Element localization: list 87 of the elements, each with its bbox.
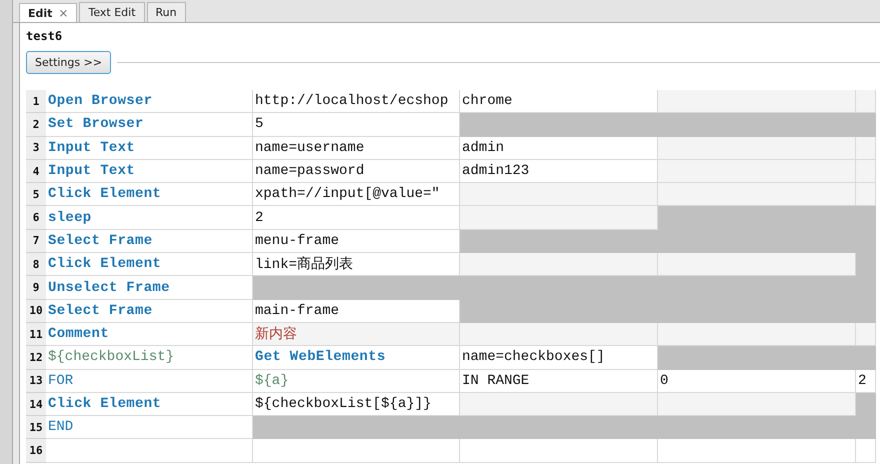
- argument-cell[interactable]: [658, 253, 856, 276]
- argument-cell[interactable]: [460, 183, 658, 206]
- argument-cell[interactable]: admin: [460, 136, 658, 160]
- keyword-cell[interactable]: sleep: [46, 206, 253, 230]
- argument-cell[interactable]: 2: [253, 206, 460, 230]
- argument-cell[interactable]: [658, 322, 856, 346]
- argument-cell[interactable]: [253, 439, 460, 463]
- keyword-cell[interactable]: Click Element: [46, 253, 253, 276]
- argument-cell[interactable]: xpath=//input[@value=": [253, 183, 460, 206]
- test-name: test6: [26, 29, 64, 45]
- row-number: 4: [26, 160, 46, 184]
- keyword-cell[interactable]: Click Element: [46, 183, 253, 206]
- argument-cell[interactable]: 5: [253, 113, 460, 137]
- argument-cell[interactable]: 0: [658, 370, 856, 393]
- row-number: 16: [26, 439, 46, 463]
- argument-cell[interactable]: [856, 90, 876, 114]
- keyword-cell[interactable]: FOR: [46, 370, 253, 393]
- argument-cell[interactable]: [460, 230, 658, 254]
- argument-cell[interactable]: [460, 253, 658, 276]
- row-number: 14: [26, 392, 46, 416]
- row-number: 5: [26, 183, 46, 206]
- keyword-cell[interactable]: Unselect Frame: [46, 276, 253, 300]
- row-number: 2: [26, 113, 46, 137]
- argument-cell[interactable]: [460, 206, 658, 230]
- editor-tab[interactable]: Run: [146, 2, 186, 22]
- argument-cell[interactable]: [856, 113, 876, 137]
- argument-cell[interactable]: [253, 416, 460, 440]
- argument-cell[interactable]: [658, 392, 856, 416]
- argument-cell[interactable]: [658, 160, 856, 184]
- argument-cell[interactable]: 新内容: [253, 322, 460, 346]
- argument-cell[interactable]: [856, 346, 876, 370]
- row-number: 13: [26, 370, 46, 393]
- close-icon[interactable]: ×: [58, 6, 68, 20]
- argument-cell[interactable]: [856, 322, 876, 346]
- row-number: 10: [26, 300, 46, 323]
- argument-cell[interactable]: [856, 136, 876, 160]
- argument-cell[interactable]: [856, 392, 876, 416]
- argument-cell[interactable]: 2: [856, 370, 876, 393]
- argument-cell[interactable]: http://localhost/ecshop: [253, 90, 460, 114]
- argument-cell[interactable]: Get WebElements: [253, 346, 460, 370]
- row-number: 7: [26, 230, 46, 254]
- keyword-cell[interactable]: Click Element: [46, 392, 253, 416]
- editor-tab[interactable]: Text Edit: [79, 2, 145, 22]
- argument-cell[interactable]: [460, 392, 658, 416]
- argument-cell[interactable]: [658, 136, 856, 160]
- row-number: 11: [26, 322, 46, 346]
- argument-cell[interactable]: [658, 439, 856, 463]
- argument-cell[interactable]: [460, 113, 658, 137]
- keyword-cell[interactable]: ${checkboxList}: [46, 346, 253, 370]
- row-number: 3: [26, 136, 46, 160]
- keyword-cell[interactable]: Select Frame: [46, 230, 253, 254]
- row-number: 9: [26, 276, 46, 300]
- row-number: 12: [26, 346, 46, 370]
- argument-cell[interactable]: [658, 346, 856, 370]
- editor-tab[interactable]: Edit ×: [19, 3, 78, 22]
- argument-cell[interactable]: [856, 160, 876, 184]
- keyword-cell[interactable]: [46, 439, 253, 463]
- row-number: 15: [26, 416, 46, 440]
- row-number: 8: [26, 253, 46, 276]
- settings-button[interactable]: Settings >>: [26, 51, 112, 74]
- argument-cell[interactable]: [460, 322, 658, 346]
- argument-cell[interactable]: name=username: [253, 136, 460, 160]
- argument-cell[interactable]: [460, 439, 658, 463]
- argument-cell[interactable]: menu-frame: [253, 230, 460, 254]
- keyword-cell[interactable]: Open Browser: [46, 90, 253, 114]
- argument-cell[interactable]: [856, 183, 876, 206]
- argument-cell[interactable]: link=商品列表: [253, 253, 460, 276]
- argument-cell[interactable]: main-frame: [253, 300, 460, 323]
- keyword-cell[interactable]: Select Frame: [46, 300, 253, 323]
- keyword-cell[interactable]: Set Browser: [46, 113, 253, 137]
- argument-cell[interactable]: admin123: [460, 160, 658, 184]
- argument-cell[interactable]: chrome: [460, 90, 658, 114]
- keyword-cell[interactable]: Input Text: [46, 136, 253, 160]
- row-number: 6: [26, 206, 46, 230]
- argument-cell[interactable]: [658, 183, 856, 206]
- keyword-cell[interactable]: Input Text: [46, 160, 253, 184]
- argument-cell[interactable]: [658, 90, 856, 114]
- argument-cell[interactable]: name=password: [253, 160, 460, 184]
- argument-cell[interactable]: name=checkboxes[]: [460, 346, 658, 370]
- keyword-cell[interactable]: Comment: [46, 322, 253, 346]
- argument-cell[interactable]: [253, 276, 460, 300]
- argument-cell[interactable]: IN RANGE: [460, 370, 658, 393]
- keyword-cell[interactable]: END: [46, 416, 253, 440]
- row-number: 1: [26, 90, 46, 114]
- argument-cell[interactable]: ${checkboxList[${a}]}: [253, 392, 460, 416]
- argument-cell[interactable]: ${a}: [253, 370, 460, 393]
- argument-cell[interactable]: [856, 439, 876, 463]
